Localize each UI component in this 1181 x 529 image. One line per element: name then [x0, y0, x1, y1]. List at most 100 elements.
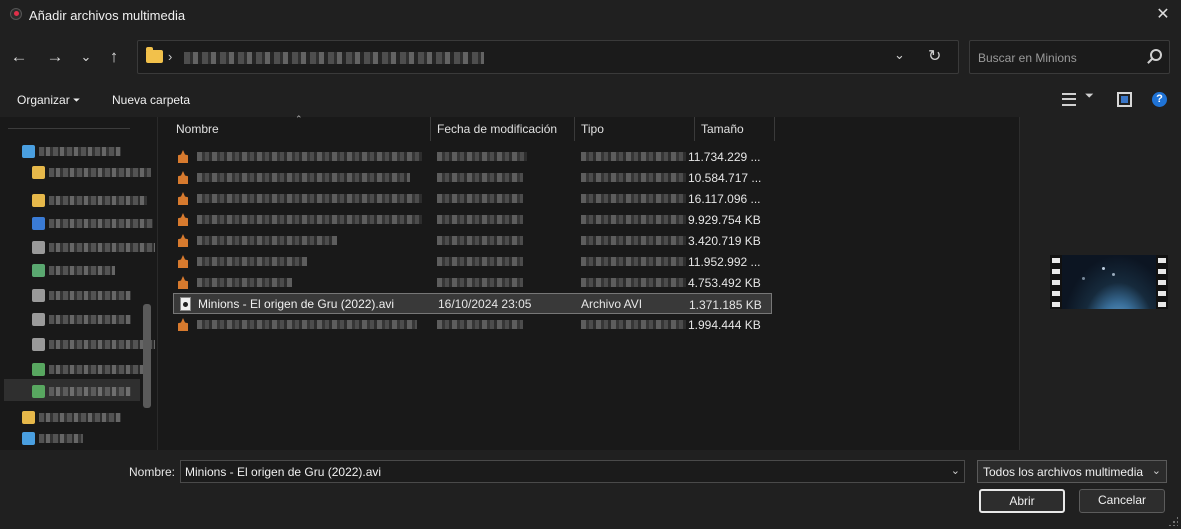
refresh-icon[interactable]: ↻ — [928, 46, 941, 66]
sidebar-folder-icon — [22, 411, 35, 424]
sidebar-item-label-redacted — [49, 243, 155, 252]
column-header-modified[interactable]: Fecha de modificación — [437, 117, 557, 141]
file-size: 9.929.754 KB — [688, 213, 761, 227]
file-name-input[interactable]: Minions - El origen de Gru (2022).avi ⌄ — [180, 460, 965, 483]
back-arrow-icon[interactable]: ← — [8, 46, 30, 68]
video-frame-image — [1062, 255, 1156, 309]
sidebar-folder-icon — [32, 217, 45, 230]
vlc-file-icon — [178, 213, 188, 226]
file-name-history-chevron-icon[interactable]: ⌄ — [951, 464, 960, 477]
column-header-type[interactable]: Tipo — [581, 117, 604, 141]
file-size: 11.734.229 ... — [688, 150, 761, 164]
view-options-dropdown-icon[interactable]: ⏷ — [1085, 90, 1094, 103]
forward-arrow-icon[interactable]: → — [44, 46, 66, 68]
title-bar: Añadir archivos multimedia ✕ — [0, 0, 1181, 30]
search-input[interactable]: Buscar en Minions — [969, 40, 1170, 74]
breadcrumb-separator-icon: › — [168, 49, 173, 64]
sidebar-item-label-redacted — [49, 365, 147, 374]
file-size: 11.952.992 ... — [688, 255, 761, 269]
sidebar-item-label-redacted — [39, 434, 83, 443]
file-name-redacted — [197, 152, 422, 161]
file-row[interactable]: 10.584.717 ... — [173, 167, 772, 188]
file-modified-redacted — [437, 236, 523, 245]
file-size: 1.994.444 KB — [688, 318, 761, 332]
file-type-redacted — [581, 194, 686, 203]
sidebar-folder-icon — [32, 338, 45, 351]
organize-menu-button[interactable]: Organizar — [17, 93, 70, 107]
column-header-size[interactable]: Tamaño — [701, 117, 744, 141]
film-strip-edge — [1050, 255, 1062, 309]
file-row[interactable]: 11.952.992 ... — [173, 251, 772, 272]
file-type-redacted — [581, 257, 686, 266]
sidebar-scrollbar[interactable] — [143, 304, 151, 408]
column-separator[interactable] — [694, 117, 695, 141]
file-modified-redacted — [437, 194, 523, 203]
file-row[interactable]: 3.420.719 KB — [173, 230, 772, 251]
sidebar-item-label-redacted — [49, 315, 131, 324]
column-separator[interactable] — [430, 117, 431, 141]
open-button[interactable]: Abrir — [979, 489, 1065, 513]
file-row-selected[interactable]: Minions - El origen de Gru (2022).avi 16/… — [173, 293, 772, 314]
filter-chevron-down-icon[interactable]: ⌄ — [1152, 464, 1161, 477]
sidebar-item-label-redacted — [49, 196, 147, 205]
up-arrow-icon[interactable]: ↑ — [103, 46, 125, 68]
file-list: ⌃ Nombre Fecha de modificación Tipo Tama… — [158, 114, 1018, 450]
address-history-chevron-icon[interactable]: ⌄ — [894, 47, 905, 63]
file-name-label: Nombre: — [129, 465, 176, 479]
search-placeholder: Buscar en Minions — [978, 51, 1077, 65]
file-row[interactable]: 11.734.229 ... — [173, 146, 772, 167]
sidebar-item-label-redacted — [49, 387, 131, 396]
close-icon[interactable]: ✕ — [1153, 5, 1173, 25]
file-modified-redacted — [437, 257, 523, 266]
file-type-redacted — [581, 152, 686, 161]
sidebar-folder-icon — [32, 313, 45, 326]
sidebar-item-label-redacted — [49, 266, 115, 275]
organize-dropdown-icon[interactable]: ⏷ — [73, 95, 80, 106]
window-title: Añadir archivos multimedia — [29, 8, 186, 23]
vlc-file-icon — [178, 234, 188, 247]
resize-grip-icon[interactable] — [1168, 516, 1178, 526]
file-size: 16.117.096 ... — [688, 192, 761, 206]
address-bar[interactable]: › ⌄ ↻ — [137, 40, 959, 74]
file-type-redacted — [581, 236, 686, 245]
file-type-redacted — [581, 215, 686, 224]
sidebar-divider — [8, 128, 130, 129]
command-toolbar: Organizar ⏷ Nueva carpeta ⏷ ? — [0, 85, 1181, 117]
preview-pane-icon[interactable] — [1117, 92, 1132, 107]
breadcrumb-path-redacted[interactable] — [184, 52, 484, 64]
vlc-file-icon — [178, 276, 188, 289]
file-name-redacted — [197, 278, 292, 287]
column-separator[interactable] — [774, 117, 775, 141]
help-icon[interactable]: ? — [1152, 92, 1167, 107]
file-size: 1.371.185 KB — [689, 298, 762, 312]
file-type-filter-value: Todos los archivos multimedia — [983, 465, 1144, 479]
file-name: Minions - El origen de Gru (2022).avi — [198, 297, 395, 311]
file-name-redacted — [197, 215, 422, 224]
file-name-redacted — [197, 173, 410, 182]
sidebar-folder-icon — [32, 241, 45, 254]
column-header-name[interactable]: Nombre — [176, 117, 219, 141]
file-row[interactable]: 4.753.492 KB — [173, 272, 772, 293]
sidebar-item-label-redacted — [49, 291, 131, 300]
file-modified-redacted — [437, 320, 523, 329]
vlc-file-icon — [178, 318, 188, 331]
search-icon[interactable] — [1150, 49, 1162, 61]
file-name-value[interactable]: Minions - El origen de Gru (2022).avi — [185, 465, 381, 479]
view-list-icon[interactable] — [1062, 93, 1076, 106]
file-row[interactable]: 1.994.444 KB — [173, 314, 772, 335]
vlc-file-icon — [178, 255, 188, 268]
sidebar-item-label-redacted — [39, 147, 121, 156]
file-type-filter-select[interactable]: Todos los archivos multimedia ⌄ — [977, 460, 1167, 483]
cancel-button[interactable]: Cancelar — [1079, 489, 1165, 513]
new-folder-button[interactable]: Nueva carpeta — [112, 93, 190, 107]
recent-locations-chevron-icon[interactable]: ⌄ — [75, 46, 97, 68]
file-row[interactable]: 9.929.754 KB — [173, 209, 772, 230]
sidebar-folder-icon — [32, 363, 45, 376]
file-row[interactable]: 16.117.096 ... — [173, 188, 772, 209]
file-name-redacted — [197, 194, 422, 203]
column-separator[interactable] — [574, 117, 575, 141]
sort-ascending-icon: ⌃ — [295, 114, 303, 124]
file-size: 4.753.492 KB — [688, 276, 761, 290]
file-size: 3.420.719 KB — [688, 234, 761, 248]
file-type-redacted — [581, 173, 686, 182]
